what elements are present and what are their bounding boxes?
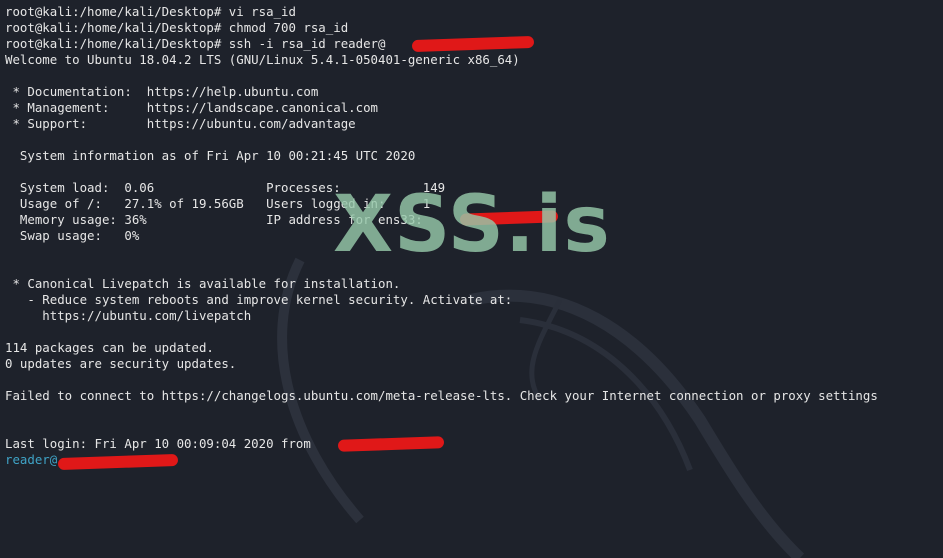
terminal-line: Welcome to Ubuntu 18.04.2 LTS (GNU/Linux… xyxy=(5,52,520,67)
terminal-line: * Canonical Livepatch is available for i… xyxy=(5,276,401,291)
terminal-line: root@kali:/home/kali/Desktop# chmod 700 … xyxy=(5,20,349,35)
terminal-line: Failed to connect to https://changelogs.… xyxy=(5,388,878,403)
terminal-line: System information as of Fri Apr 10 00:2… xyxy=(5,148,416,163)
terminal-line: * Support: https://ubuntu.com/advantage xyxy=(5,116,356,131)
watermark: XSS.is xyxy=(333,180,611,270)
terminal-line: * Management: https://landscape.canonica… xyxy=(5,100,378,115)
terminal-line: https://ubuntu.com/livepatch xyxy=(5,308,252,323)
terminal-line: Last login: Fri Apr 10 00:09:04 2020 fro… xyxy=(5,436,311,451)
terminal-line: root@kali:/home/kali/Desktop# ssh -i rsa… xyxy=(5,36,386,51)
redaction-mark-host xyxy=(411,35,535,53)
redaction-mark-login-source xyxy=(337,436,445,452)
terminal-line: * Documentation: https://help.ubuntu.com xyxy=(5,84,319,99)
terminal-line: Swap usage: 0% xyxy=(5,228,140,243)
remote-shell-prompt: reader@ xyxy=(5,452,58,467)
terminal-line: root@kali:/home/kali/Desktop# vi rsa_id xyxy=(5,4,296,19)
terminal-window[interactable]: root@kali:/home/kali/Desktop# vi rsa_id … xyxy=(0,0,943,558)
terminal-line: - Reduce system reboots and improve kern… xyxy=(5,292,513,307)
terminal-line: 0 updates are security updates. xyxy=(5,356,237,371)
terminal-line: 114 packages can be updated. xyxy=(5,340,214,355)
redaction-mark-remote-host xyxy=(57,453,179,471)
